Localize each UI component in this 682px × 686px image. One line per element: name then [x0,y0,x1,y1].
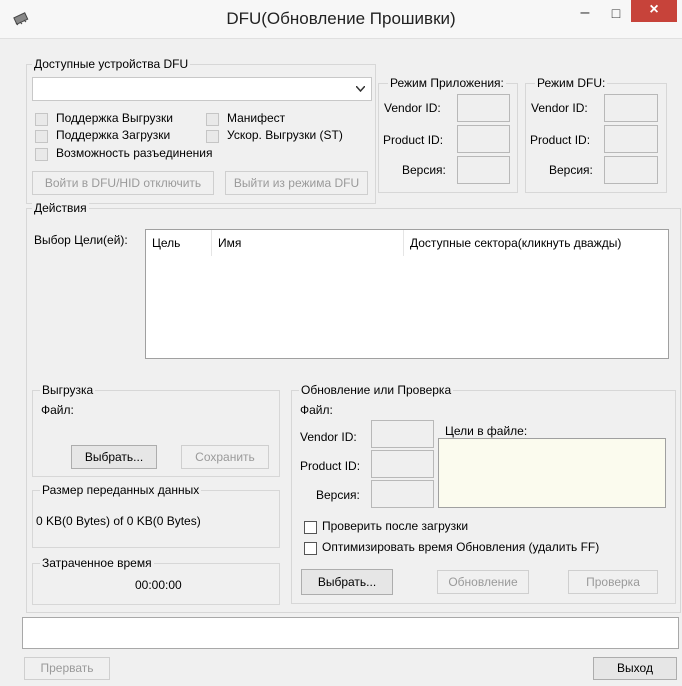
exit-button[interactable]: Выход [593,657,677,680]
update-vendor-label: Vendor ID: [300,430,357,444]
dfu-mode-label: Режим DFU: [535,76,608,90]
upload-group-label: Выгрузка [40,383,96,397]
app-product-label: Product ID: [383,133,444,147]
dfu-vendor-label: Vendor ID: [531,101,588,115]
app-product-field [457,125,510,153]
column-target[interactable]: Цель [146,230,212,256]
column-name[interactable]: Имя [212,230,404,256]
dfu-product-label: Product ID: [530,133,591,147]
app-version-label: Версия: [402,163,446,177]
file-targets-list[interactable] [438,438,666,508]
enter-dfu-button[interactable]: Войти в DFU/HID отключить [32,171,214,195]
elapsed-group-label: Затраченное время [40,556,154,570]
update-choose-button[interactable]: Выбрать... [301,569,393,595]
dfu-product-field [604,125,658,153]
abort-button[interactable]: Прервать [24,657,110,680]
app-version-field [457,156,510,184]
update-vendor-field [371,420,434,448]
optimize-label: Оптимизировать время Обновления (удалить… [322,540,600,554]
optimize-checkbox[interactable] [304,542,317,555]
file-targets-label: Цели в файле: [445,424,528,438]
elapsed-value: 00:00:00 [135,578,182,592]
actions-group-label: Действия [32,201,89,215]
app-vendor-field [457,94,510,122]
app-vendor-label: Vendor ID: [384,101,441,115]
dfu-version-field [604,156,658,184]
download-support-checkbox [35,130,48,143]
devices-group-label: Доступные устройства DFU [32,57,191,71]
accel-upload-label: Ускор. Выгрузки (ST) [227,128,343,142]
update-file-label: Файл: [300,403,333,417]
transfer-value: 0 KB(0 Bytes) of 0 KB(0 Bytes) [36,514,201,528]
accel-upload-checkbox [206,130,219,143]
close-button[interactable]: × [631,0,677,22]
targets-list[interactable]: Цель Имя Доступные сектора(кликнуть дваж… [145,229,669,359]
column-sectors[interactable]: Доступные сектора(кликнуть дважды) [404,230,668,256]
update-version-label: Версия: [316,488,360,502]
update-group-label: Обновление или Проверка [299,383,454,397]
download-support-label: Поддержка Загрузки [56,128,171,142]
manifest-label: Манифест [227,111,286,125]
upload-choose-button[interactable]: Выбрать... [71,445,157,469]
update-button[interactable]: Обновление [437,570,529,594]
target-select-label: Выбор Цели(ей): [34,233,128,247]
leave-dfu-button[interactable]: Выйти из режима DFU [225,171,368,195]
detach-label: Возможность разъединения [56,146,213,160]
verify-after-checkbox[interactable] [304,521,317,534]
upload-support-label: Поддержка Выгрузки [56,111,173,125]
update-product-label: Product ID: [300,459,361,473]
dfu-vendor-field [604,94,658,122]
verify-button[interactable]: Проверка [568,570,658,594]
detach-checkbox [35,148,48,161]
update-version-field [371,480,434,508]
update-product-field [371,450,434,478]
upload-file-label: Файл: [41,403,74,417]
minimize-button[interactable]: – [572,0,598,30]
app-mode-label: Режим Приложения: [388,76,506,90]
chevron-down-icon [356,86,365,92]
transfer-group-label: Размер переданных данных [40,483,202,497]
verify-after-label: Проверить после загрузки [322,519,469,533]
upload-support-checkbox [35,113,48,126]
device-combo[interactable] [32,77,372,101]
upload-save-button[interactable]: Сохранить [181,445,269,469]
status-progress-box [22,617,679,649]
maximize-button[interactable]: □ [603,0,629,30]
dfu-version-label: Версия: [549,163,593,177]
manifest-checkbox [206,113,219,126]
